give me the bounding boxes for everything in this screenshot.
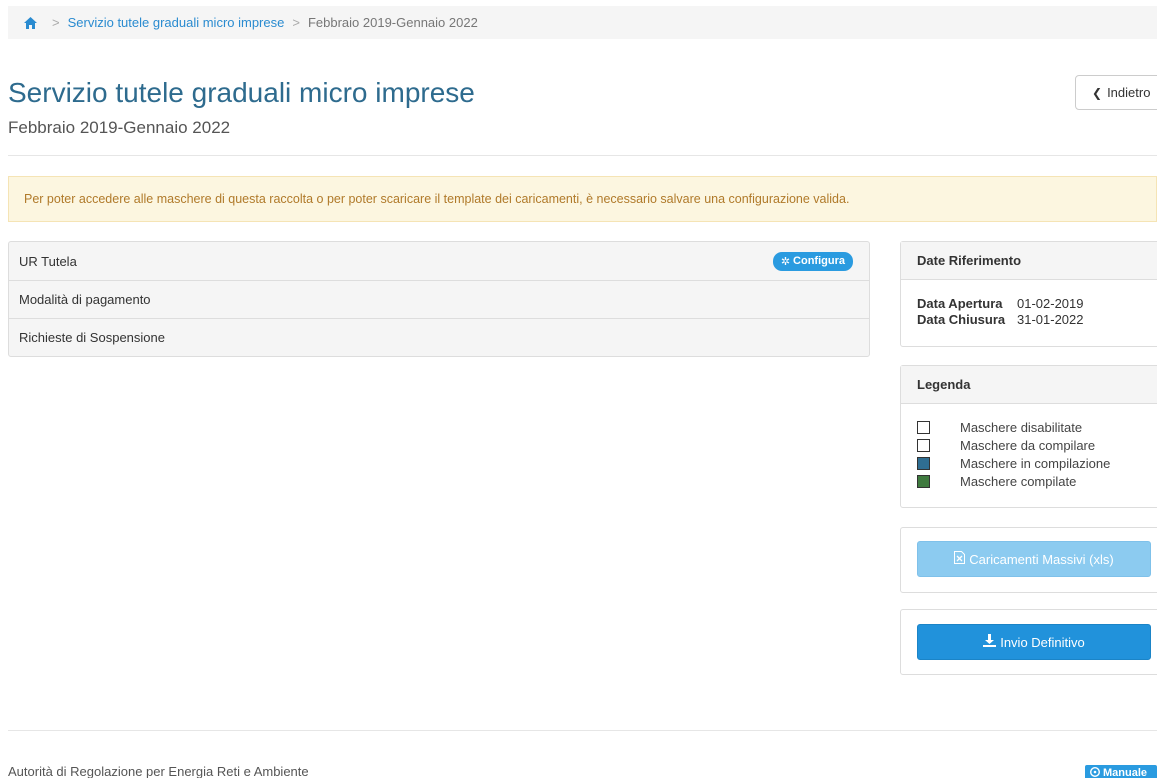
breadcrumb-link-service[interactable]: Servizio tutele graduali micro imprese	[68, 15, 285, 30]
legend-item-completed: Maschere compilate	[917, 472, 1143, 490]
manual-button-label: Manuale	[1103, 767, 1148, 778]
download-icon	[983, 634, 997, 650]
legend-swatch	[917, 438, 930, 452]
legend-panel: Legenda Maschere disabilitate Maschere d…	[900, 365, 1157, 508]
back-button[interactable]: ❮ Indietro	[1075, 75, 1157, 110]
warning-alert: Per poter accedere alle maschere di ques…	[8, 176, 1157, 222]
final-send-panel: Invio Definitivo	[900, 609, 1157, 675]
legend-label: Maschere disabilitate	[960, 419, 1083, 435]
panel-heading: Date Riferimento	[901, 242, 1157, 280]
breadcrumb-current: Febbraio 2019-Gennaio 2022	[307, 15, 478, 30]
manual-button[interactable]: Manuale	[1085, 765, 1157, 778]
date-row-opening: Data Apertura 01-02-2019	[917, 296, 1143, 312]
list-item-label: Richieste di Sospensione	[19, 330, 165, 345]
list-item-ur-tutela[interactable]: UR Tutela ✲ Configura	[9, 242, 869, 280]
help-circle-icon	[1089, 766, 1101, 778]
breadcrumb-separator: >	[52, 15, 60, 30]
alert-text: Per poter accedere alle maschere di ques…	[24, 192, 850, 206]
list-item-suspension-requests[interactable]: Richieste di Sospensione	[9, 318, 869, 356]
date-value: 01-02-2019	[1017, 296, 1084, 311]
legend-item-in-progress: Maschere in compilazione	[917, 454, 1143, 472]
home-icon[interactable]	[24, 16, 37, 29]
breadcrumb-separator: >	[292, 15, 300, 30]
legend-label: Maschere in compilazione	[960, 455, 1111, 471]
back-button-label: Indietro	[1107, 85, 1151, 100]
footer-divider	[8, 730, 1157, 731]
list-item-label: UR Tutela	[19, 253, 77, 269]
divider	[8, 155, 1157, 156]
list-item-payment-modes[interactable]: Modalità di pagamento	[9, 280, 869, 318]
gear-icon: ✲	[780, 255, 791, 268]
breadcrumb: > Servizio tutele graduali micro imprese…	[8, 6, 1157, 39]
bulk-upload-label: Caricamenti Massivi (xls)	[969, 551, 1114, 567]
date-row-closing: Data Chiusura 31-01-2022	[917, 312, 1143, 328]
legend-label: Maschere da compilare	[960, 437, 1096, 453]
final-send-button[interactable]: Invio Definitivo	[917, 624, 1151, 660]
legend-swatch	[917, 474, 930, 488]
final-send-label: Invio Definitivo	[1000, 634, 1085, 650]
list-item-label: Modalità di pagamento	[19, 292, 151, 307]
bulk-upload-panel: Caricamenti Massivi (xls)	[900, 527, 1157, 593]
reference-dates-panel: Date Riferimento Data Apertura 01-02-201…	[900, 241, 1157, 347]
legend-label: Maschere compilate	[960, 473, 1077, 489]
legend-swatch	[917, 420, 930, 434]
footer-text: Autorità di Regolazione per Energia Reti…	[8, 764, 309, 778]
date-label: Data Chiusura	[917, 312, 1006, 327]
legend-swatch	[917, 456, 930, 470]
masks-list: UR Tutela ✲ Configura Modalità di pagame…	[8, 241, 870, 357]
configure-button[interactable]: ✲ Configura	[772, 251, 853, 271]
legend-item-disabled: Maschere disabilitate	[917, 418, 1143, 436]
date-value: 31-01-2022	[1017, 312, 1084, 327]
panel-heading: Legenda	[901, 366, 1157, 404]
bulk-upload-button[interactable]: Caricamenti Massivi (xls)	[917, 541, 1151, 577]
page-subtitle: Febbraio 2019-Gennaio 2022	[8, 118, 231, 137]
excel-file-icon	[954, 551, 966, 567]
chevron-left-icon: ❮	[1092, 85, 1103, 100]
legend-item-to-fill: Maschere da compilare	[917, 436, 1143, 454]
page-title: Servizio tutele graduali micro imprese	[8, 77, 475, 108]
configure-button-label: Configura	[793, 255, 845, 267]
date-label: Data Apertura	[917, 296, 1003, 311]
